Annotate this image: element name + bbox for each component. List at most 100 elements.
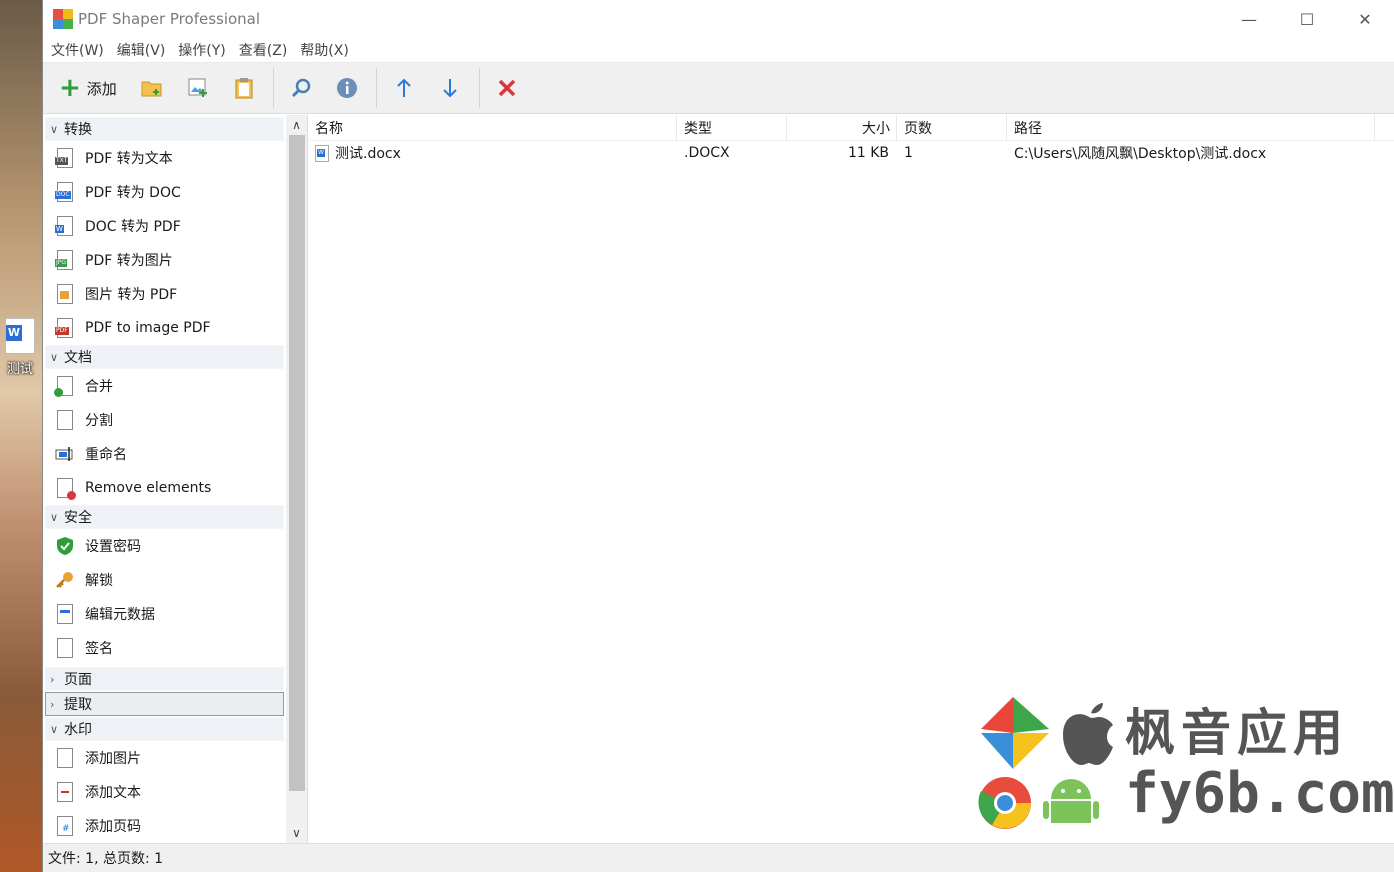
clipboard-icon [235,78,253,99]
plus-icon: + [59,73,81,103]
chevron-down-icon: ∨ [50,510,59,524]
scroll-down-icon[interactable]: ∨ [286,823,307,843]
desktop-file-label: 测试 [6,362,33,377]
scroll-up-icon[interactable]: ∧ [286,115,307,135]
info-button[interactable] [330,70,364,106]
menu-help[interactable]: 帮助(X) [296,40,353,60]
sidebar-item-unlock[interactable]: 解锁 [43,563,286,597]
sidebar-item-pdf-to-text[interactable]: TXT PDF 转为文本 [43,141,286,175]
group-pages[interactable]: › 页面 [45,667,284,691]
windows-logo [981,697,1049,769]
group-document[interactable]: ∨ 文档 [45,345,284,369]
key-icon [56,572,73,588]
add-button[interactable]: + 添加 [53,70,123,106]
sidebar-item-label: 签名 [85,641,113,657]
jpg-file-icon: JPG [55,250,73,270]
info-icon [336,78,357,98]
app-window: PDF Shaper Professional — ☐ ✕ 文件(W) 编辑(V… [42,0,1394,872]
group-security[interactable]: ∨ 安全 [45,505,284,529]
sidebar-item-label: PDF to image PDF [85,320,211,336]
signature-icon [57,638,73,658]
word-file-icon: W [55,216,73,236]
sidebar-scrollbar[interactable]: ∧ ∨ [286,115,307,843]
remove-elements-icon [57,478,76,500]
paste-button[interactable] [227,70,261,106]
menu-actions[interactable]: 操作(Y) [174,40,229,60]
folder-add-icon [141,81,162,97]
toolbar-separator [478,68,480,108]
sidebar-item-sign[interactable]: 签名 [43,631,286,665]
minimize-button[interactable]: — [1220,0,1278,38]
group-convert[interactable]: ∨ 转换 [45,117,284,141]
sidebar-item-rename[interactable]: 重命名 [43,437,286,471]
sidebar-item-label: 重命名 [85,447,127,463]
table-row[interactable]: W 测试.docx .DOCX 11 KB 1 C:\Users\风随风飘\De… [308,141,1394,165]
search-button[interactable] [284,70,318,106]
sidebar-item-edit-metadata[interactable]: 编辑元数据 [43,597,286,631]
image-add-icon [188,78,207,97]
merge-icon [54,376,73,397]
sidebar-item-label: 合并 [85,379,113,395]
maximize-button[interactable]: ☐ [1278,0,1336,38]
group-extract[interactable]: › 提取 [45,692,284,716]
sidebar-item-label: 设置密码 [85,539,141,555]
move-down-button[interactable] [433,70,467,106]
chevron-down-icon: ∨ [50,122,59,136]
split-icon [57,410,73,430]
toolbar-separator [272,68,274,108]
menu-file[interactable]: 文件(W) [47,40,108,60]
sidebar-item-label: 编辑元数据 [85,607,155,623]
apple-logo [1063,703,1113,765]
column-size[interactable]: 大小 [787,114,897,141]
menu-view[interactable]: 查看(Z) [235,40,292,60]
sidebar-item-pdf-to-image[interactable]: JPG PDF 转为图片 [43,243,286,277]
column-name[interactable]: 名称 [308,114,677,141]
txt-file-icon: TXT [55,148,73,168]
table-header: 名称 类型 大小 页数 路径 [308,114,1394,141]
chevron-down-icon: ∨ [50,722,59,736]
group-label: 水印 [64,722,92,738]
sidebar-item-label: 图片 转为 PDF [85,287,178,303]
sidebar-item-label: 分割 [85,413,113,429]
sidebar-item-doc-to-pdf[interactable]: W DOC 转为 PDF [43,209,286,243]
chevron-down-icon: ∨ [50,350,59,364]
scroll-thumb[interactable] [289,135,305,791]
column-path[interactable]: 路径 [1007,114,1375,141]
edit-metadata-icon [57,604,73,624]
add-image-button[interactable] [181,70,215,106]
group-label: 文档 [64,350,92,366]
toolbar-separator [375,68,377,108]
sidebar-item-image-to-pdf[interactable]: 图片 转为 PDF [43,277,286,311]
sidebar-item-split[interactable]: 分割 [43,403,286,437]
watermark-url: fy6b.com [1125,761,1394,826]
search-icon [291,78,311,98]
sidebar-item-pdf-to-image-pdf[interactable]: PDF PDF to image PDF [43,311,286,345]
sidebar-item-add-text[interactable]: 添加文本 [43,775,286,809]
chevron-right-icon: › [50,697,55,711]
remove-button[interactable] [490,70,524,106]
sidebar-item-remove-elements[interactable]: Remove elements [43,471,286,505]
menu-edit[interactable]: 编辑(V) [113,40,170,60]
column-pages[interactable]: 页数 [897,114,1007,141]
desktop-background: W 测试 [0,0,42,872]
desktop-file-icon[interactable]: W 测试 [2,318,38,377]
sidebar-item-add-page-number[interactable]: # 添加页码 [43,809,286,843]
doc-file-icon: DOC [55,182,73,202]
sidebar-item-add-image[interactable]: 添加图片 [43,741,286,775]
move-up-button[interactable] [387,70,421,106]
image-file-icon [57,284,73,304]
watermark-brand: 枫音应用 [1125,704,1349,762]
delete-x-icon [498,79,516,97]
add-folder-button[interactable] [135,70,169,106]
column-type[interactable]: 类型 [677,114,787,141]
sidebar-item-pdf-to-doc[interactable]: DOC PDF 转为 DOC [43,175,286,209]
file-name: 测试.docx [335,146,401,162]
sidebar-item-merge[interactable]: 合并 [43,369,286,403]
sidebar-item-label: PDF 转为图片 [85,253,173,269]
group-watermark[interactable]: ∨ 水印 [45,717,284,741]
sidebar-item-set-password[interactable]: 设置密码 [43,529,286,563]
add-button-label: 添加 [86,79,117,98]
status-text: 文件: 1, 总页数: 1 [48,851,164,867]
close-button[interactable]: ✕ [1336,0,1394,38]
add-image-watermark-icon [57,748,73,768]
